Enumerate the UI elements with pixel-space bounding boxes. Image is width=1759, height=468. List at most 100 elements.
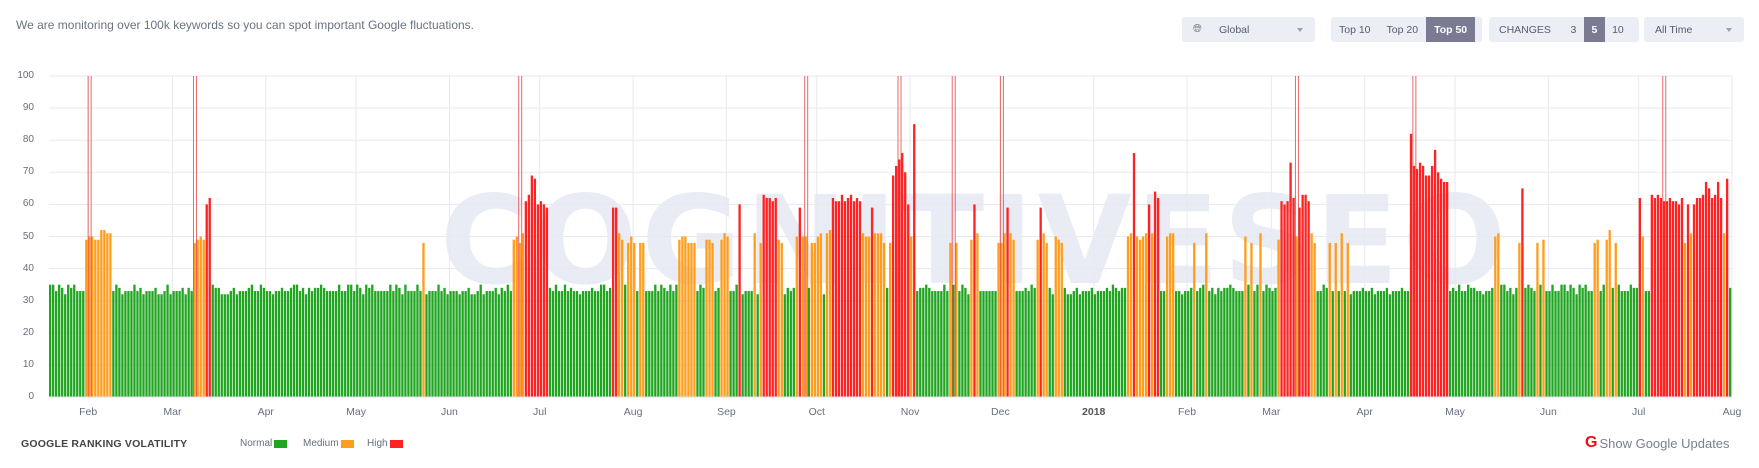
bar [524, 201, 528, 397]
bar [344, 291, 347, 397]
bar [563, 284, 567, 397]
bar [621, 239, 624, 397]
bar [1620, 291, 1623, 397]
bar [175, 291, 178, 397]
bar [907, 204, 910, 397]
bar [681, 236, 684, 397]
bar [1247, 284, 1250, 397]
bar [1539, 284, 1542, 397]
bar [1584, 284, 1587, 397]
bar [1671, 201, 1675, 397]
bar [1563, 284, 1566, 397]
bar [1403, 291, 1407, 397]
bar [446, 294, 449, 397]
bar [280, 287, 284, 397]
bar [1647, 291, 1651, 397]
bar [633, 242, 636, 397]
bar [1578, 284, 1581, 397]
bar [1713, 194, 1717, 397]
bar [1147, 204, 1151, 397]
bar [1343, 291, 1346, 397]
bar [648, 291, 651, 397]
bar [491, 291, 494, 397]
bar [67, 284, 70, 397]
bar [1187, 291, 1190, 397]
bar [1033, 287, 1036, 397]
bar [1144, 233, 1148, 397]
bar [744, 291, 747, 397]
bar [1509, 287, 1512, 397]
bar [470, 294, 473, 397]
bar [55, 291, 58, 397]
bar [1692, 204, 1696, 397]
bar [1521, 188, 1524, 397]
bar [106, 233, 109, 397]
bar [798, 207, 801, 397]
x-tick-label: May [346, 406, 367, 418]
bar [325, 291, 329, 397]
bar [1433, 149, 1437, 397]
bar [1313, 242, 1316, 397]
bar [1168, 233, 1172, 397]
bar [1138, 239, 1142, 397]
bar [232, 287, 235, 397]
bar [1259, 233, 1262, 397]
bar [1030, 284, 1033, 397]
bar [1087, 291, 1091, 397]
bar [985, 291, 988, 397]
bar [1006, 207, 1009, 397]
bar [404, 284, 407, 397]
bar [711, 242, 714, 397]
bar [139, 287, 142, 397]
bar [148, 291, 151, 397]
bar [840, 194, 844, 397]
bar [723, 233, 726, 397]
bar [750, 291, 753, 397]
bar [157, 294, 160, 397]
bar [1683, 242, 1687, 397]
bar [374, 291, 377, 397]
bar [687, 242, 690, 397]
bar [1722, 233, 1726, 397]
bar [1653, 197, 1657, 397]
bar [1114, 287, 1118, 397]
bar [1379, 291, 1383, 397]
bar [1728, 287, 1732, 397]
bar [1397, 291, 1401, 397]
bar [801, 236, 804, 397]
bar [274, 291, 278, 397]
bar [795, 236, 798, 397]
bar [328, 291, 332, 397]
bar [831, 197, 835, 397]
bar [1024, 287, 1027, 397]
bar [202, 239, 205, 397]
bar [1199, 287, 1202, 397]
bar [401, 294, 404, 397]
bar [1442, 181, 1446, 397]
bar [1464, 291, 1467, 397]
bar [916, 291, 919, 397]
bar [1560, 284, 1563, 397]
bar [268, 291, 272, 397]
bar [735, 284, 738, 397]
bar [1491, 287, 1494, 397]
bar [241, 291, 244, 397]
bar [855, 197, 859, 397]
bar [1452, 287, 1455, 397]
show-google-updates-toggle[interactable]: G Show Google Updates [1585, 434, 1730, 452]
bar [226, 294, 229, 397]
bar [142, 294, 145, 397]
bar [49, 284, 52, 397]
bar [178, 291, 181, 397]
bar [1638, 197, 1641, 397]
bar [449, 291, 452, 397]
bar [1111, 284, 1115, 397]
bar [416, 284, 419, 397]
bar [1283, 204, 1286, 397]
bar [335, 291, 338, 397]
bar [1349, 294, 1352, 397]
bar [1614, 242, 1617, 397]
x-tick-label: Jun [1539, 406, 1557, 418]
bar [1626, 291, 1629, 397]
bar [988, 291, 991, 397]
